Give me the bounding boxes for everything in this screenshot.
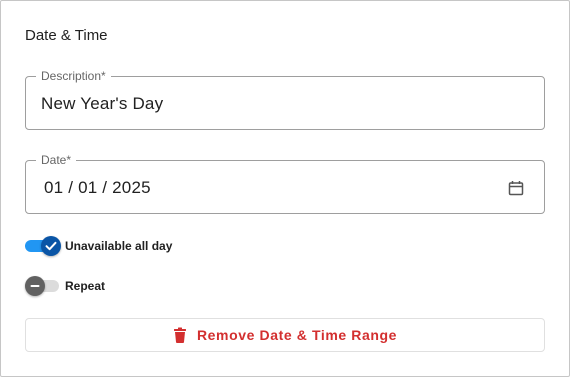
switch-knob — [41, 236, 61, 256]
description-label: Description* — [36, 68, 111, 84]
date-label: Date* — [36, 152, 77, 168]
repeat-toggle-row: Repeat — [25, 276, 105, 296]
unavailable-all-day-toggle-row: Unavailable all day — [25, 236, 172, 256]
trash-icon — [173, 327, 186, 343]
repeat-label: Repeat — [65, 279, 106, 293]
remove-button-label: Remove Date & Time Range — [196, 327, 398, 343]
remove-date-time-range-button[interactable]: Remove Date & Time Range — [25, 318, 545, 352]
check-icon — [45, 241, 57, 251]
minus-icon — [30, 285, 40, 287]
unavailable-all-day-label: Unavailable all day — [65, 239, 173, 253]
switch-knob — [25, 276, 45, 296]
date-field[interactable]: Date* 01 / 01 / 2025 — [25, 152, 545, 214]
repeat-switch[interactable] — [25, 276, 61, 296]
description-input[interactable]: New Year's Day — [41, 94, 163, 114]
calendar-icon[interactable] — [508, 180, 524, 196]
date-input[interactable]: 01 / 01 / 2025 — [44, 178, 151, 198]
description-field[interactable]: Description* New Year's Day — [25, 68, 545, 130]
unavailable-all-day-switch[interactable] — [25, 236, 61, 256]
date-time-panel: Date & Time Description* New Year's Day … — [0, 0, 570, 377]
section-title: Date & Time — [25, 27, 108, 44]
